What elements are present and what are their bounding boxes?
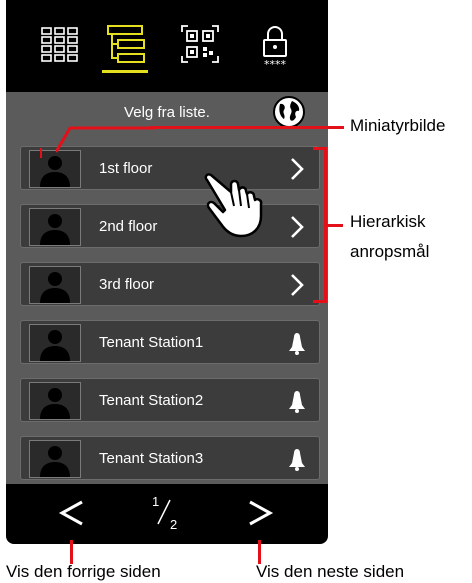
row-label: 2nd floor [99,218,158,235]
bracket-bottom [313,300,327,303]
prev-callout-line [70,540,73,564]
top-toolbar: **** [6,0,328,90]
chevron-right-icon[interactable] [287,155,307,183]
thumbnail-callout-line-ext [150,126,344,129]
row-label: Tenant Station2 [99,392,204,409]
thumbnail-callout-line [56,126,156,153]
hierarchy-list-icon[interactable] [102,18,150,70]
intercom-screen: **** Velg fra liste. 1st floor 2nd floor 3… [6,0,328,544]
list-row[interactable]: Tenant Station2 [20,378,320,422]
hierarchy-callout-line2: anropsmål [350,242,430,261]
row-label: 3rd floor [99,276,155,293]
person-thumbnail-icon [29,324,81,362]
next-callout-label: Vis den neste siden [256,562,405,581]
chevron-right-icon[interactable] [287,271,307,299]
row-label: 1st floor [99,160,153,177]
bell-icon[interactable] [287,329,307,357]
person-thumbnail-icon [29,208,81,246]
person-thumbnail-icon [29,382,81,420]
next-page-arrow-icon[interactable] [244,494,276,532]
bell-icon[interactable] [287,445,307,473]
qr-code-icon[interactable] [176,18,224,70]
pager: 1 2 [6,484,328,544]
row-label: Tenant Station3 [99,450,204,467]
row-label: Tenant Station1 [99,334,204,351]
prev-page-arrow-icon[interactable] [56,494,88,532]
svg-text:****: **** [264,58,287,70]
person-thumbnail-icon [29,266,81,304]
active-tab-indicator [102,70,148,73]
list-row[interactable]: Tenant Station1 [20,320,320,364]
tapping-hand-icon [201,170,281,242]
thumbnail-callout-stub [40,148,42,158]
next-callout-line [258,540,261,564]
chevron-right-icon[interactable] [287,213,307,241]
bracket-pointer [327,224,343,227]
bell-icon[interactable] [287,387,307,415]
prev-callout-label: Vis den forrige siden [6,562,161,581]
hierarchy-callout-line1: Hierarkisk [350,212,426,231]
keypad-grid-icon[interactable] [36,18,84,70]
person-thumbnail-icon [29,440,81,478]
thumbnail-callout-label: Miniatyrbilde [350,116,446,135]
globe-icon[interactable] [272,95,306,129]
lock-passcode-icon[interactable]: **** [251,18,299,70]
list-row[interactable]: Tenant Station3 [20,436,320,480]
total-page-number: 2 [170,517,178,532]
list-row[interactable]: 3rd floor [20,262,320,306]
